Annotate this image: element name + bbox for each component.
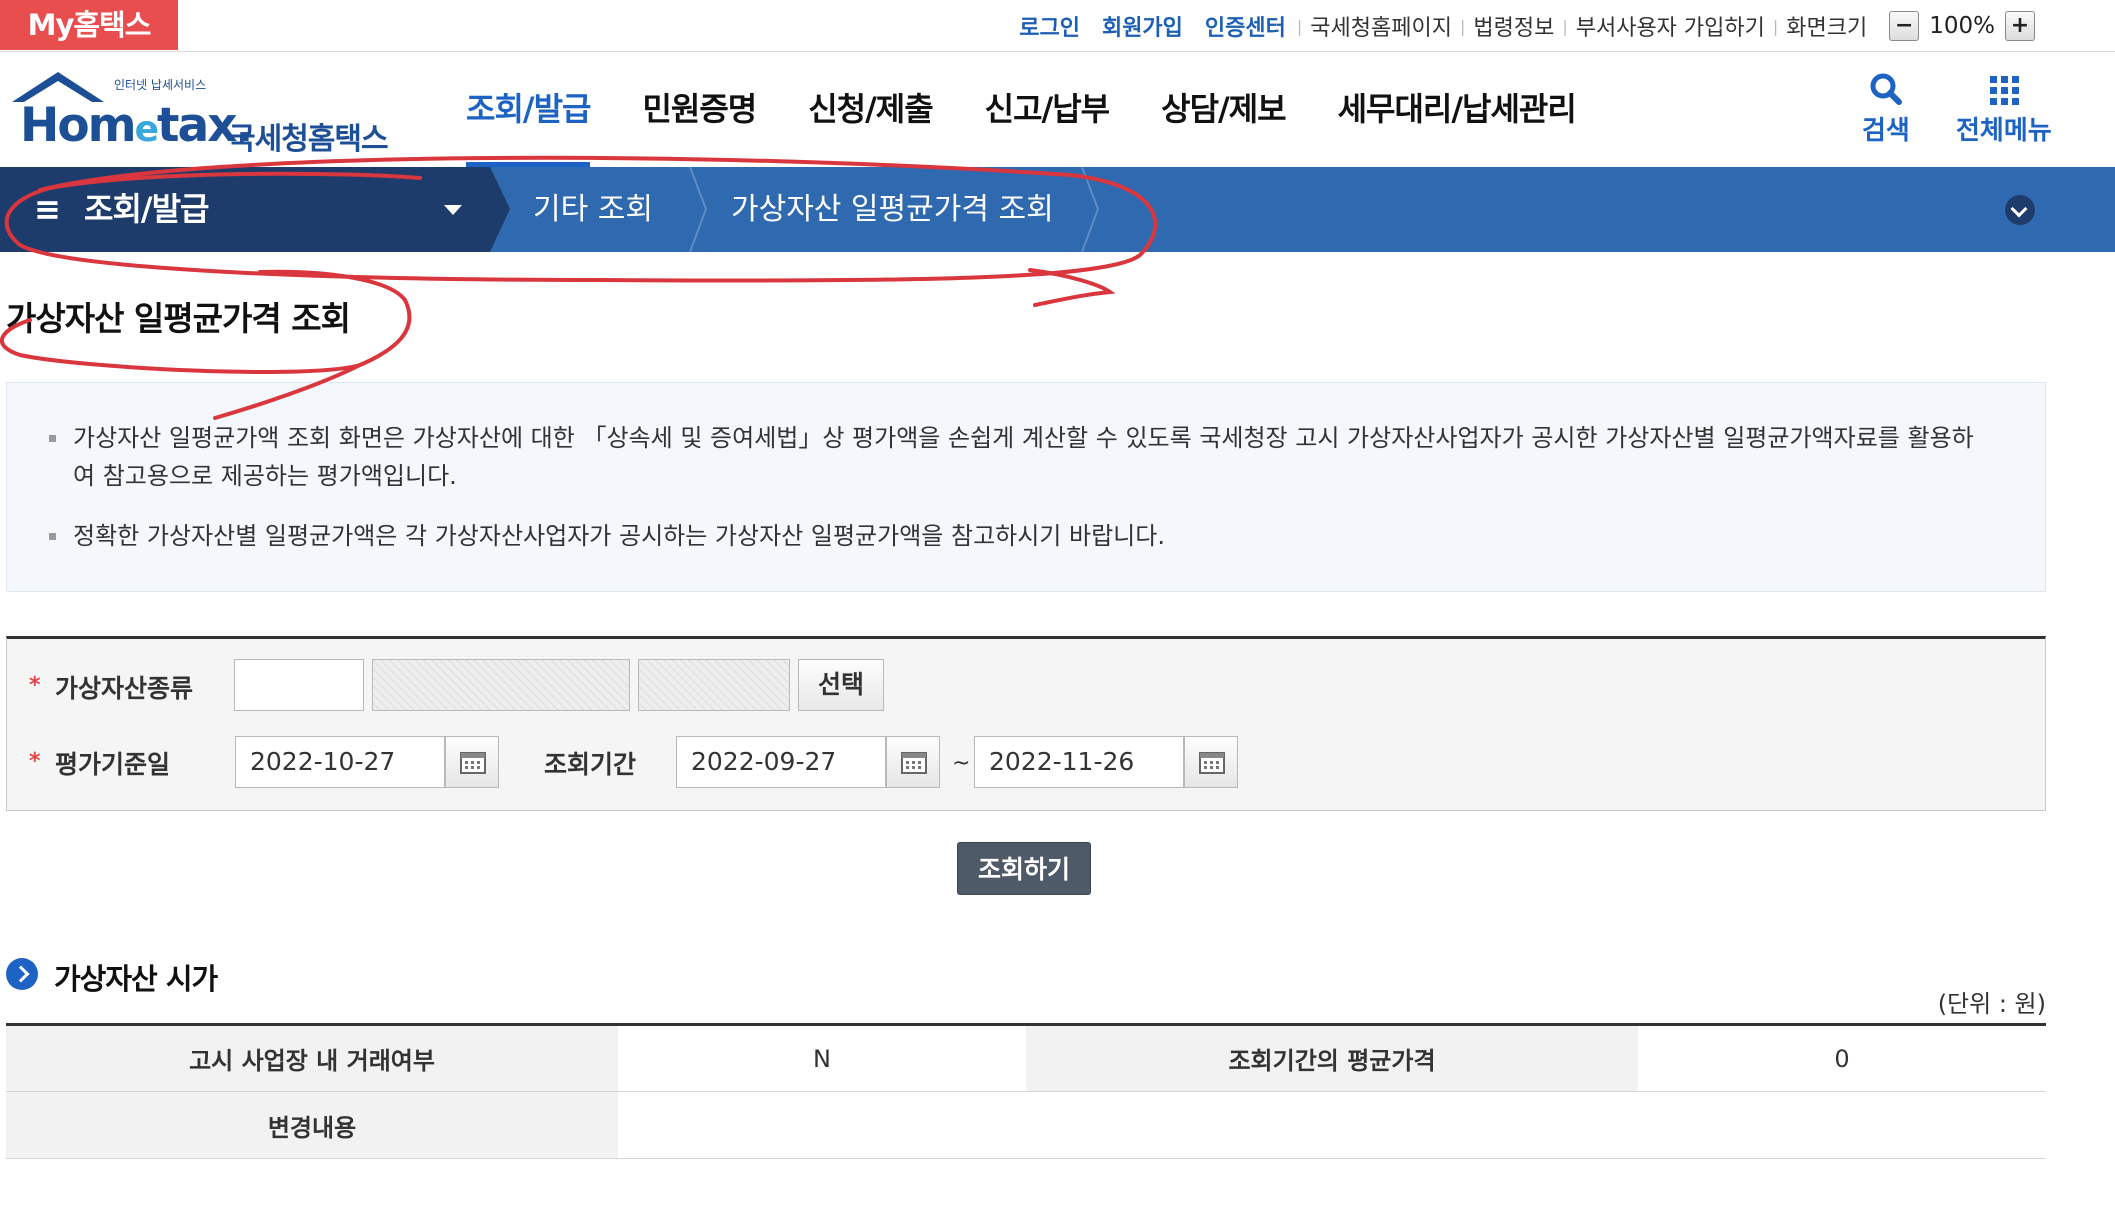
my-hometax-button[interactable]: My홈택스 xyxy=(0,0,178,50)
asset-type-input[interactable] xyxy=(234,659,364,711)
location-first-label: 조회/발급 xyxy=(84,190,209,228)
select-button[interactable]: 선택 xyxy=(798,659,884,711)
unit-label: (단위 : 원) xyxy=(1937,990,2046,1018)
table-row: 고시 사업장 내 거래여부 N 조회기간의 평균가격 0 xyxy=(6,1024,2046,1092)
eval-date-label: 평가기준일 xyxy=(55,750,171,779)
table-value-cell: N xyxy=(618,1024,1026,1092)
chevron-down-icon[interactable] xyxy=(2005,195,2035,225)
info-text-1-continued: 여 참고용으로 제공하는 평가액입니다. xyxy=(73,462,457,490)
top-utility-bar: My홈택스 로그인 회원가입 인증센터 | 국세청홈페이지 | 법령정보 | 부… xyxy=(0,0,2115,52)
logo-korean-name: 국세청홈택스 xyxy=(228,122,389,157)
nts-home-link[interactable]: 국세청홈페이지 xyxy=(1310,10,1452,42)
hometax-logo[interactable]: 인터넷 납세서비스 Hometax. 국세청홈택스 xyxy=(6,64,396,157)
screen-size-label: 화면크기 xyxy=(1786,16,1868,41)
eval-date-calendar-button[interactable] xyxy=(445,736,499,788)
divider: | xyxy=(1562,16,1568,36)
table-value-cell: 0 xyxy=(1638,1024,2046,1092)
section-title: 가상자산 시가 xyxy=(54,962,218,996)
logo-subtitle: 인터넷 납세서비스 xyxy=(114,78,207,92)
bullet-icon xyxy=(49,435,56,442)
nav-tax-agent[interactable]: 세무대리/납세관리 xyxy=(1312,52,1602,167)
required-mark: * xyxy=(29,749,41,774)
zoom-control: − 100% + xyxy=(1889,11,2035,41)
location-first-dropdown[interactable]: ≡ 조회/발급 xyxy=(0,167,490,252)
asset-name-field xyxy=(372,659,630,711)
calendar-icon xyxy=(460,752,486,774)
law-info-link[interactable]: 법령정보 xyxy=(1473,10,1554,42)
search-icon xyxy=(1870,73,1902,105)
search-submit-button[interactable]: 조회하기 xyxy=(957,842,1091,895)
nav-consult-report[interactable]: 상담/제보 xyxy=(1135,52,1311,167)
header: 인터넷 납세서비스 Hometax. 국세청홈택스 조회/발급 민원증명 신청/… xyxy=(0,52,2115,167)
divider: | xyxy=(1772,16,1779,36)
location-third[interactable]: 가상자산 일평균가격 조회 xyxy=(731,167,1054,252)
zoom-out-button[interactable]: − xyxy=(1889,11,1920,41)
info-box: 가상자산 일평균가액 조회 화면은 가상자산에 대한 「상속세 및 증여세법」상… xyxy=(6,382,2046,592)
period-start-input[interactable]: 2022-09-27 xyxy=(676,736,886,788)
bullet-icon xyxy=(49,533,56,540)
utility-links: 로그인 회원가입 인증센터 | 국세청홈페이지 | 법령정보 | 부서사용자 가… xyxy=(1008,0,2035,52)
required-mark: * xyxy=(29,673,41,698)
period-end-calendar-button[interactable] xyxy=(1184,736,1238,788)
all-menu-label: 전체메뉴 xyxy=(1956,116,2052,146)
hamburger-icon: ≡ xyxy=(34,190,61,228)
table-header-cell: 조회기간의 평균가격 xyxy=(1026,1024,1638,1092)
logo-wordmark: Hometax. xyxy=(20,98,253,153)
location-second[interactable]: 기타 조회 xyxy=(533,167,653,252)
caret-down-icon xyxy=(444,205,462,215)
period-end-input[interactable]: 2022-11-26 xyxy=(974,736,1184,788)
calendar-icon xyxy=(901,752,927,774)
nav-apply-submit[interactable]: 신청/제출 xyxy=(782,52,958,167)
nav-report-pay[interactable]: 신고/납부 xyxy=(959,52,1135,167)
period-label: 조회기간 xyxy=(544,750,637,779)
signup-link[interactable]: 회원가입 xyxy=(1102,10,1183,42)
nav-civil-certificate[interactable]: 민원증명 xyxy=(616,52,782,167)
nav-inquiry-issue[interactable]: 조회/발급 xyxy=(440,52,616,167)
dept-signup-link[interactable]: 부서사용자 가입하기 xyxy=(1576,10,1765,42)
period-tilde: ~ xyxy=(952,751,971,776)
table-header-cell: 고시 사업장 내 거래여부 xyxy=(6,1024,618,1092)
divider: | xyxy=(1296,16,1303,36)
period-start-calendar-button[interactable] xyxy=(886,736,940,788)
zoom-value: 100% xyxy=(1929,13,1995,39)
search-form: * 가상자산종류 선택 * 평가기준일 2022-10-27 조회기간 2022… xyxy=(6,636,2046,811)
grid-icon xyxy=(1989,76,2019,105)
main-navigation: 조회/발급 민원증명 신청/제출 신고/납부 상담/제보 세무대리/납세관리 xyxy=(440,52,1602,167)
location-bar: ≡ 조회/발급 기타 조회 가상자산 일평균가격 조회 xyxy=(0,167,2115,252)
page-title: 가상자산 일평균가격 조회 xyxy=(6,299,351,338)
result-table: 고시 사업장 내 거래여부 N 조회기간의 평균가격 0 변경내용 xyxy=(6,1023,2046,1159)
table-header-cell: 변경내용 xyxy=(6,1091,618,1159)
login-link[interactable]: 로그인 xyxy=(1019,10,1080,42)
arrow-right-circle-icon xyxy=(6,958,38,990)
eval-date-input[interactable]: 2022-10-27 xyxy=(235,736,445,788)
asset-code-field xyxy=(638,659,790,711)
cert-center-link[interactable]: 인증센터 xyxy=(1205,10,1286,42)
table-value-cell xyxy=(618,1091,2046,1159)
asset-type-label: 가상자산종류 xyxy=(55,674,194,703)
search-label: 검색 xyxy=(1862,116,1910,146)
breadcrumb-separator-icon xyxy=(490,167,510,252)
info-text-2: 정확한 가상자산별 일평균가액은 각 가상자산사업자가 공시하는 가상자산 일평… xyxy=(73,522,1165,550)
breadcrumb-separator-icon xyxy=(689,167,708,252)
divider: | xyxy=(1459,16,1466,36)
calendar-icon xyxy=(1199,752,1225,774)
logo-home-text: Hom xyxy=(20,98,137,153)
logo-e-text: e xyxy=(134,109,159,150)
table-row: 변경내용 xyxy=(6,1091,2046,1159)
zoom-in-button[interactable]: + xyxy=(2005,11,2035,41)
search-button[interactable]: 검색 xyxy=(1862,70,1910,147)
breadcrumb-separator-icon xyxy=(1081,167,1100,252)
all-menu-button[interactable]: 전체메뉴 xyxy=(1956,70,2052,147)
info-text-1: 가상자산 일평균가액 조회 화면은 가상자산에 대한 「상속세 및 증여세법」상… xyxy=(73,424,1974,452)
